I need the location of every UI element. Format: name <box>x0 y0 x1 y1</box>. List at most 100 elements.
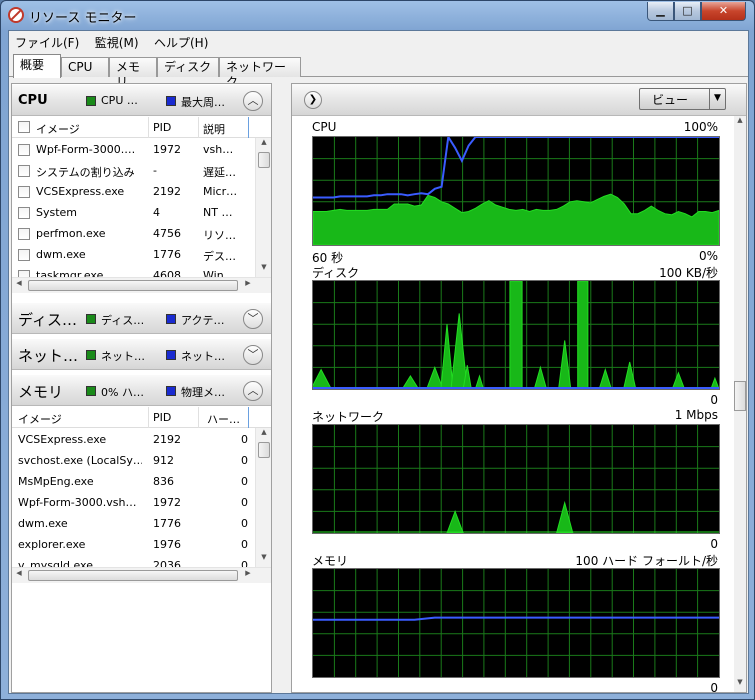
table-row[interactable]: Wpf-Form-3000.… 1972 vsh… <box>12 139 256 160</box>
scroll-up-icon[interactable]: ▲ <box>256 138 272 152</box>
cpu-table-scroll-thumb[interactable] <box>258 152 270 168</box>
col-description[interactable]: 説明 <box>203 121 225 137</box>
title-bar[interactable]: リソース モニター ▁ □ ✕ <box>1 1 754 29</box>
pane-splitter[interactable] <box>274 83 288 693</box>
cpu-table-hscroll[interactable]: ◀ ▶ <box>12 277 271 293</box>
scroll-right-icon[interactable]: ▶ <box>241 279 255 293</box>
graph-pane-scroll-thumb[interactable] <box>734 381 746 411</box>
network-legend-green-icon <box>86 350 96 360</box>
graph-pane-vscroll[interactable]: ▲ ▼ <box>734 116 746 692</box>
graph-title: CPU <box>312 120 337 134</box>
scroll-down-icon[interactable]: ▼ <box>734 678 746 692</box>
cell-image: explorer.exe <box>18 538 86 551</box>
tab-memory[interactable]: メモリ <box>109 57 157 89</box>
table-row[interactable]: VCSExpress.exe 2192 0 <box>12 429 256 450</box>
cpu-table-vscroll[interactable]: ▲ ▼ <box>255 138 271 277</box>
network-section-header[interactable]: ネット… ネット… ネット… ﹀ <box>12 338 271 370</box>
cpu-select-all-checkbox[interactable] <box>18 121 30 133</box>
table-row[interactable]: svchost.exe (LocalSy… 912 0 <box>12 450 256 471</box>
cell-pid: - <box>153 164 157 177</box>
client-area: ファイル(F) 監視(M) ヘルプ(H) 概要 CPU メモリ ディスク ネット… <box>8 30 749 695</box>
memory-table-vscroll[interactable]: ▲ ▼ <box>255 428 271 567</box>
scroll-up-icon[interactable]: ▲ <box>256 428 272 442</box>
graph-min-label: 0 <box>710 681 718 695</box>
menu-help[interactable]: ヘルプ(H) <box>148 31 214 54</box>
tab-overview[interactable]: 概要 <box>13 54 61 78</box>
cell-hard-faults: 0 <box>241 454 248 467</box>
memory-section-header[interactable]: メモリ 0% ハ… 物理メ… ︿ <box>12 374 271 406</box>
memory-table-hscroll-thumb[interactable] <box>28 570 238 581</box>
row-checkbox[interactable] <box>18 186 30 198</box>
expand-arrow-icon[interactable]: ❯ <box>304 91 322 109</box>
cell-pid: 1972 <box>153 496 181 509</box>
col-separator[interactable] <box>148 407 149 428</box>
cell-pid: 1776 <box>153 248 181 261</box>
maximize-button[interactable]: □ <box>674 2 701 21</box>
disk-legend-blue-icon <box>166 314 176 324</box>
cell-image: perfmon.exe <box>36 227 106 240</box>
row-checkbox[interactable] <box>18 165 30 177</box>
disk-spike <box>671 371 686 389</box>
table-row[interactable]: explorer.exe 1976 0 <box>12 534 256 555</box>
row-checkbox[interactable] <box>18 249 30 261</box>
menu-file[interactable]: ファイル(F) <box>9 31 85 54</box>
cpu-table-hscroll-thumb[interactable] <box>28 280 238 291</box>
col-pid[interactable]: PID <box>153 121 171 134</box>
col-hard-faults[interactable]: ハー… <box>207 411 240 427</box>
col-separator[interactable] <box>198 407 199 428</box>
tab-cpu[interactable]: CPU <box>61 57 109 77</box>
table-row[interactable]: VCSExpress.exe 2192 Micr… <box>12 181 256 202</box>
cpu-section-header[interactable]: CPU CPU … 最大周… ︿ <box>12 84 271 116</box>
close-button[interactable]: ✕ <box>701 2 746 21</box>
disk-legend-io: ディス… <box>101 314 145 327</box>
scroll-up-icon[interactable]: ▲ <box>734 116 746 130</box>
cell-description: デス… <box>203 250 236 263</box>
memory-legend-blue-icon <box>166 386 176 396</box>
scroll-left-icon[interactable]: ◀ <box>12 569 26 583</box>
menu-bar: ファイル(F) 監視(M) ヘルプ(H) <box>9 31 748 52</box>
cell-pid: 2192 <box>153 185 181 198</box>
tab-network[interactable]: ネットワーク <box>219 57 301 89</box>
col-separator[interactable] <box>248 407 249 428</box>
row-checkbox[interactable] <box>18 228 30 240</box>
expand-network-chevron-icon[interactable]: ﹀ <box>243 345 263 365</box>
row-checkbox[interactable] <box>18 207 30 219</box>
table-row[interactable]: dwm.exe 1776 0 <box>12 513 256 534</box>
view-button[interactable]: ビュー ▼ <box>639 88 726 110</box>
table-row[interactable]: MsMpEng.exe 836 0 <box>12 471 256 492</box>
scroll-left-icon[interactable]: ◀ <box>12 279 26 293</box>
table-row[interactable]: perfmon.exe 4756 リソ… <box>12 223 256 244</box>
table-row[interactable]: Wpf-Form-3000.vsh… 1972 0 <box>12 492 256 513</box>
scroll-down-icon[interactable]: ▼ <box>256 553 272 567</box>
table-row[interactable]: dwm.exe 1776 デス… <box>12 244 256 265</box>
memory-section-title: メモリ <box>18 383 64 401</box>
col-image[interactable]: イメージ <box>36 121 80 137</box>
scroll-down-icon[interactable]: ▼ <box>256 263 272 277</box>
collapse-memory-chevron-icon[interactable]: ︿ <box>243 381 263 401</box>
expand-disk-chevron-icon[interactable]: ﹀ <box>243 309 263 329</box>
collapse-cpu-chevron-icon[interactable]: ︿ <box>243 91 263 111</box>
graph-canvas <box>312 280 720 390</box>
scroll-right-icon[interactable]: ▶ <box>241 569 255 583</box>
table-row[interactable]: System 4 NT … <box>12 202 256 223</box>
menu-monitor[interactable]: 監視(M) <box>89 31 145 54</box>
table-row[interactable]: システムの割り込み - 遅延… <box>12 160 256 181</box>
memory-table-scroll-thumb[interactable] <box>258 442 270 458</box>
tab-disk[interactable]: ディスク <box>157 57 219 77</box>
col-separator[interactable] <box>198 117 199 138</box>
disk-spike <box>533 365 548 389</box>
col-separator[interactable] <box>248 117 249 138</box>
graph-pane-header: ❯ ビュー ▼ <box>292 84 746 116</box>
row-checkbox[interactable] <box>18 144 30 156</box>
minimize-button[interactable]: ▁ <box>647 2 674 21</box>
col-separator[interactable] <box>148 117 149 138</box>
disk-section-header[interactable]: ディス… ディス… アクテ… ﹀ <box>12 302 271 334</box>
memory-table-hscroll[interactable]: ◀ ▶ <box>12 567 271 583</box>
graph-pane: ❯ ビュー ▼ CPU 100% 60 秒 0% ディスク 100 KB/秒 0… <box>291 83 747 695</box>
view-dropdown-arrow-icon[interactable]: ▼ <box>709 89 725 109</box>
cell-pid: 1972 <box>153 143 181 156</box>
cpu-maxfreq-line <box>313 137 719 199</box>
cell-pid: 4756 <box>153 227 181 240</box>
col-image[interactable]: イメージ <box>18 411 62 427</box>
col-pid[interactable]: PID <box>153 411 171 424</box>
